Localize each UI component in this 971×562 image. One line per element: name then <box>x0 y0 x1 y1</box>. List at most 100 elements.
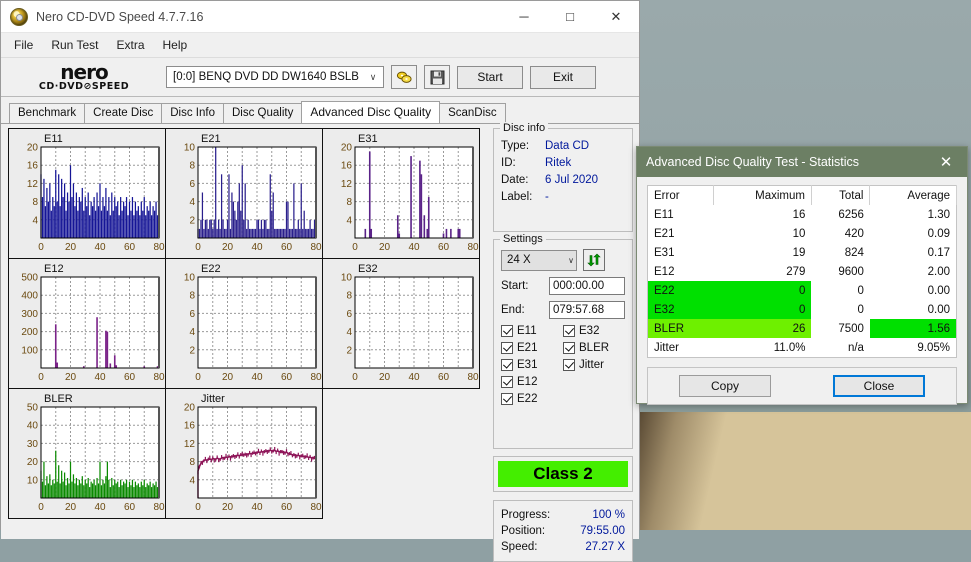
svg-text:0: 0 <box>38 372 44 383</box>
table-row: BLER 26 7500 1.56 <box>647 319 957 338</box>
tab-scandisc[interactable]: ScanDisc <box>439 103 506 123</box>
menu-extra[interactable]: Extra <box>107 35 153 55</box>
svg-text:20: 20 <box>184 403 196 414</box>
close-button[interactable]: ✕ <box>593 2 639 32</box>
chart-panel-e21: E21 2 4 6 8 10 0 20 40 60 80 <box>165 128 323 259</box>
table-row: E31 19 824 0.17 <box>648 243 957 262</box>
tab-disc-info[interactable]: Disc Info <box>161 103 224 123</box>
svg-text:2: 2 <box>189 345 195 356</box>
refresh-button[interactable] <box>583 249 605 271</box>
menu-file[interactable]: File <box>5 35 42 55</box>
cell-maximum: 0 <box>713 300 812 319</box>
svg-text:0: 0 <box>195 372 201 383</box>
svg-text:8: 8 <box>346 197 352 208</box>
drive-select[interactable]: [0:0] BENQ DVD DD DW1640 BSLB ∨ <box>166 66 384 88</box>
svg-text:80: 80 <box>153 502 165 513</box>
checkbox-e32[interactable]: E32 <box>563 325 625 337</box>
checkbox-e22[interactable]: E22 <box>501 393 563 405</box>
charts-grid: E11 4 8 12 16 20 0 20 40 60 80 E21 2 4 6 8 10 0 20 40 60 80 … <box>8 128 485 519</box>
svg-text:4: 4 <box>189 197 195 208</box>
cell-total: 6256 <box>838 208 864 221</box>
cell-error: E21 <box>654 227 675 240</box>
menu-bar: File Run Test Extra Help <box>1 33 639 58</box>
start-button[interactable]: Start <box>457 65 523 89</box>
svg-text:20: 20 <box>65 242 77 253</box>
checkbox-label: E11 <box>517 325 537 337</box>
checkbox-e12[interactable]: E12 <box>501 376 563 388</box>
checkbox-e11[interactable]: E11 <box>501 325 563 337</box>
tab-disc-quality[interactable]: Disc Quality <box>223 103 303 123</box>
svg-text:40: 40 <box>94 372 106 383</box>
end-input[interactable]: 079:57.68 <box>549 301 625 319</box>
close-dialog-button[interactable]: Close <box>833 375 925 397</box>
disc-info-legend: Disc info <box>500 122 549 134</box>
svg-text:4: 4 <box>346 215 352 226</box>
cell-error: E11 <box>654 208 674 221</box>
svg-text:20: 20 <box>379 372 391 383</box>
cell-error: E22 <box>647 281 714 300</box>
svg-text:60: 60 <box>281 372 293 383</box>
progress-box: Progress: 100 % Position: 79:55.00 Speed… <box>493 500 633 562</box>
cell-maximum: 26 <box>713 319 812 338</box>
cell-maximum: 16 <box>792 208 806 221</box>
svg-text:E12: E12 <box>44 263 64 275</box>
menu-help[interactable]: Help <box>154 35 197 55</box>
menu-run-test[interactable]: Run Test <box>42 35 107 55</box>
svg-text:E22: E22 <box>201 263 221 275</box>
eject-button[interactable] <box>391 65 417 89</box>
svg-text:10: 10 <box>184 273 196 284</box>
cell-error: E31 <box>654 246 675 259</box>
col-total: Total <box>811 185 871 205</box>
dialog-close-icon[interactable]: ✕ <box>925 147 967 177</box>
maximize-button[interactable]: □ <box>547 2 593 32</box>
svg-text:20: 20 <box>222 372 234 383</box>
speed-select[interactable]: 24 X ∨ <box>501 249 577 271</box>
disc-info-row-type: Type: Data CD <box>501 138 625 155</box>
checkbox-jitter[interactable]: Jitter <box>563 359 625 371</box>
exit-button[interactable]: Exit <box>530 65 596 89</box>
minimize-button[interactable]: ─ <box>501 2 547 32</box>
checkbox-label: E22 <box>517 393 538 405</box>
col-average: Average <box>869 185 957 205</box>
svg-text:40: 40 <box>408 242 420 253</box>
checkbox-label: Jitter <box>579 359 604 371</box>
drive-select-value: [0:0] BENQ DVD DD DW1640 BSLB <box>173 71 359 83</box>
tab-strip: Benchmark Create Disc Disc Info Disc Qua… <box>1 101 639 124</box>
chart-panel-e22: E22 2 4 6 8 10 0 20 40 60 80 <box>165 258 323 389</box>
svg-text:0: 0 <box>352 372 358 383</box>
tab-advanced-disc-quality[interactable]: Advanced Disc Quality <box>301 101 441 123</box>
table-row: E12 279 9600 2.00 <box>648 262 957 281</box>
copy-button[interactable]: Copy <box>679 375 771 397</box>
disc-info-row-label: Label: - <box>501 189 625 206</box>
svg-text:10: 10 <box>341 273 353 284</box>
svg-text:8: 8 <box>189 457 195 468</box>
svg-text:8: 8 <box>32 197 38 208</box>
save-button[interactable] <box>424 65 450 89</box>
table-row: E11 16 6256 1.30 <box>648 205 957 224</box>
svg-text:60: 60 <box>124 502 136 513</box>
disc-info-value: - <box>545 191 549 203</box>
cell-average: 0.00 <box>927 284 950 297</box>
svg-text:60: 60 <box>124 372 136 383</box>
checkbox-e21[interactable]: E21 <box>501 342 563 354</box>
svg-text:20: 20 <box>341 143 353 154</box>
start-input[interactable]: 000:00.00 <box>549 277 625 295</box>
nero-main-window: Nero CD-DVD Speed 4.7.7.16 ─ □ ✕ File Ru… <box>0 0 640 562</box>
speed-select-value: 24 X <box>507 254 531 266</box>
svg-text:80: 80 <box>310 372 322 383</box>
tab-benchmark[interactable]: Benchmark <box>9 103 86 123</box>
checkbox-e31[interactable]: E31 <box>501 359 563 371</box>
dialog-footer: Copy Close <box>647 367 957 405</box>
svg-text:16: 16 <box>341 161 353 172</box>
right-panel: Disc info Type: Data CD ID: Ritek Date: … <box>493 122 633 562</box>
tab-create-disc[interactable]: Create Disc <box>84 103 163 123</box>
svg-text:500: 500 <box>21 273 38 284</box>
logo-wordmark: nero <box>60 60 108 85</box>
svg-text:20: 20 <box>27 143 39 154</box>
checkbox-label: E32 <box>579 325 600 337</box>
checkbox-label: E31 <box>517 359 538 371</box>
svg-text:0: 0 <box>195 502 201 513</box>
settings-legend: Settings <box>500 233 546 245</box>
checkbox-bler[interactable]: BLER <box>563 342 625 354</box>
disc-icon <box>10 7 28 26</box>
